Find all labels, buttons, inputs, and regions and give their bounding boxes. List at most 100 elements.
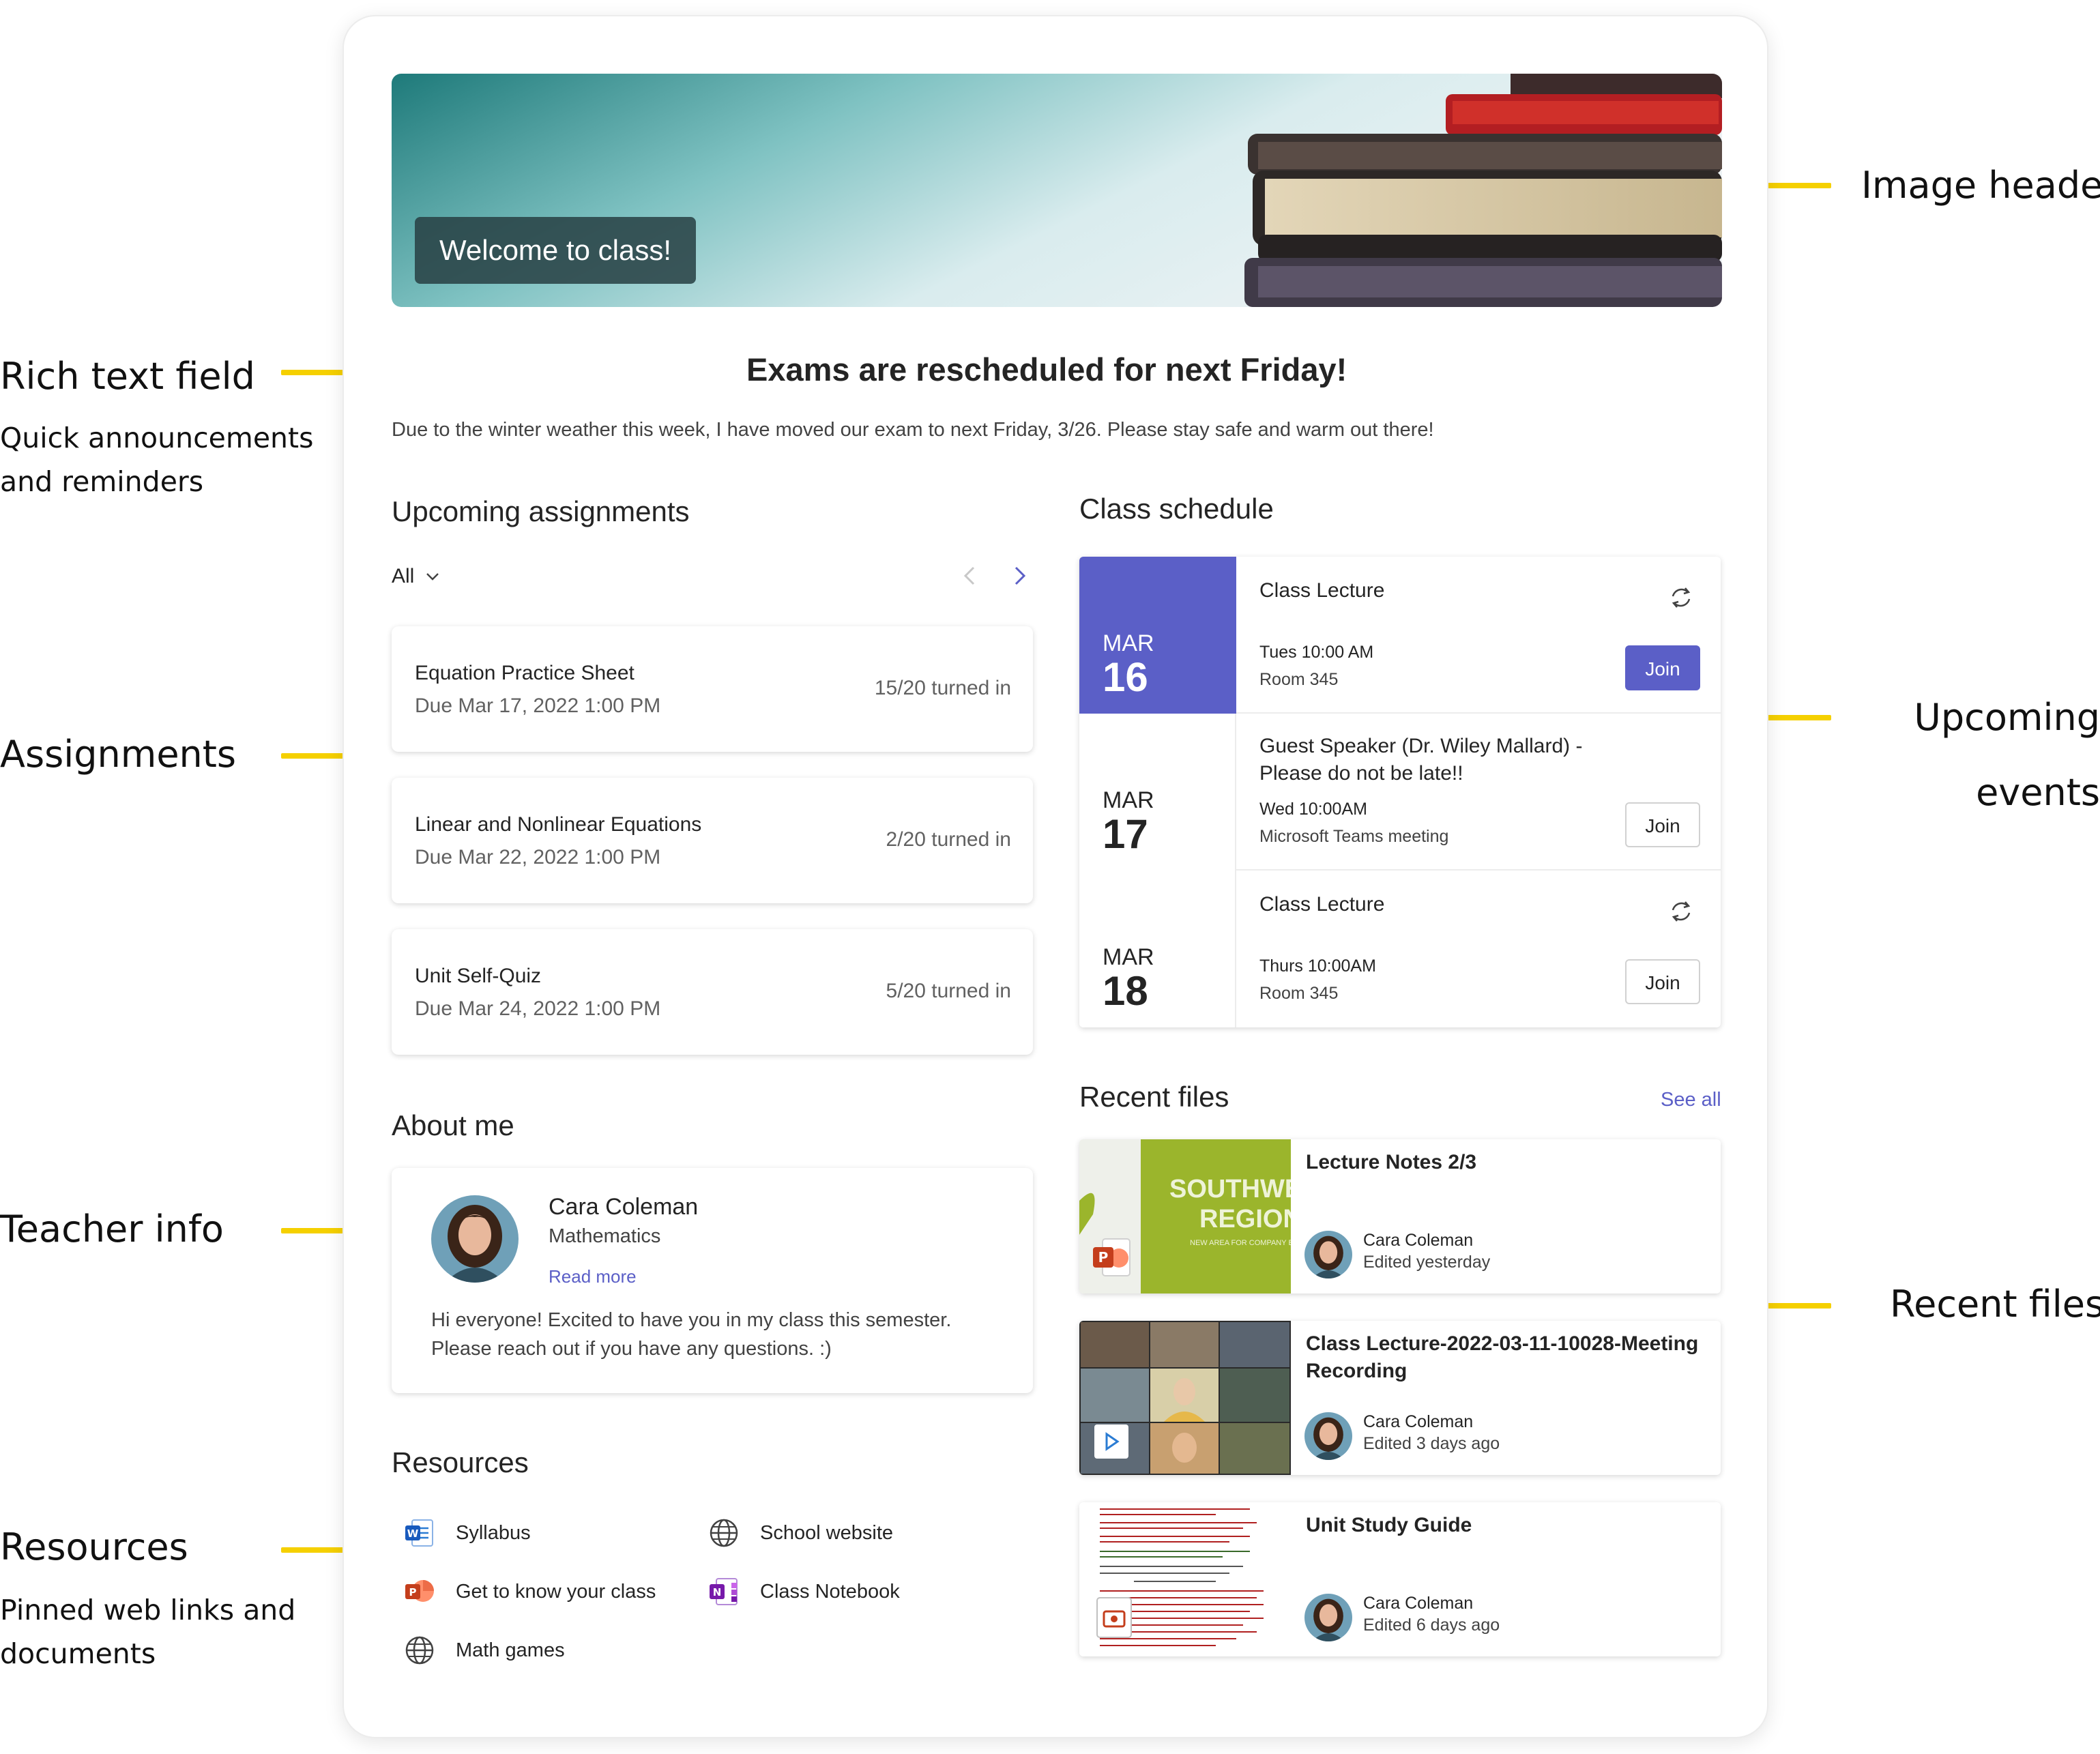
assignment-card[interactable]: Linear and Nonlinear Equations Due Mar 2… [392, 778, 1033, 903]
file-edited: Edited 3 days ago [1363, 1434, 1500, 1453]
annotation-rich-text-sub-1: Quick announcements [0, 422, 314, 454]
event-time: Thurs 10:00AM [1259, 956, 1376, 976]
chevron-right-icon[interactable] [1006, 562, 1033, 589]
event-date: MAR 18 [1079, 871, 1236, 1027]
event-title: Class Lecture [1259, 579, 1385, 602]
author-photo [1304, 1412, 1352, 1460]
join-button[interactable]: Join [1625, 645, 1700, 690]
recent-file[interactable]: Unit Study Guide Cara Coleman Edited 6 d… [1079, 1502, 1721, 1656]
annotation-upcoming-2: events [1976, 771, 2100, 814]
resource-link-math-games[interactable]: Math games [404, 1635, 565, 1666]
recent-file[interactable]: SOUTHWE REGION NEW AREA FOR COMPANY E P … [1079, 1139, 1721, 1293]
resource-label: Math games [456, 1639, 565, 1661]
svg-text:P: P [1098, 1249, 1109, 1266]
assignment-filter-dropdown[interactable]: All [392, 565, 441, 588]
teacher-bio: Hi everyone! Excited to have you in my c… [431, 1309, 952, 1360]
thumb-text-2: REGION [1199, 1205, 1291, 1233]
assignment-turned-in: 5/20 turned in [886, 980, 1011, 1002]
event-location: Room 345 [1259, 670, 1339, 689]
assignment-turned-in: 15/20 turned in [874, 677, 1011, 699]
teacher-name: Cara Coleman [549, 1194, 699, 1220]
event-day: 18 [1103, 968, 1148, 1014]
image-header: Welcome to class! [392, 74, 1722, 307]
file-title: Lecture Notes 2/3 [1306, 1151, 1477, 1173]
event-location: Room 345 [1259, 984, 1339, 1003]
document-thumbnail [1079, 1502, 1291, 1656]
thumb-text-3: NEW AREA FOR COMPANY E [1190, 1239, 1291, 1247]
read-more-link[interactable]: Read more [549, 1266, 637, 1287]
annotation-image-header: Image header [1861, 164, 2100, 207]
assignment-turned-in: 2/20 turned in [886, 828, 1011, 851]
avatar [1304, 1412, 1352, 1460]
assignment-name: Equation Practice Sheet [415, 662, 635, 684]
globe-icon [405, 1636, 434, 1665]
svg-text:P: P [409, 1586, 417, 1598]
see-all-link[interactable]: See all [1661, 1089, 1721, 1111]
author-photo [1304, 1231, 1352, 1278]
event-title: Class Lecture [1259, 893, 1385, 916]
class-schedule-title: Class schedule [1079, 493, 1274, 525]
teacher-photo [431, 1195, 519, 1283]
teacher-subject: Mathematics [549, 1225, 661, 1247]
file-author: Cara Coleman [1363, 1412, 1474, 1431]
globe-icon [710, 1519, 738, 1547]
onenote-icon: N [710, 1578, 738, 1605]
assignments-title: Upcoming assignments [392, 495, 690, 527]
file-thumbnail [1079, 1502, 1291, 1656]
word-icon: W [405, 1519, 433, 1547]
event-date: MAR 17 [1079, 714, 1236, 871]
avatar [1304, 1594, 1352, 1641]
assignment-due: Due Mar 24, 2022 1:00 PM [415, 997, 661, 1020]
assignment-due: Due Mar 17, 2022 1:00 PM [415, 695, 661, 717]
announcement-body: Due to the winter weather this week, I h… [392, 419, 1434, 441]
file-thumbnail: SOUTHWE REGION NEW AREA FOR COMPANY E P [1079, 1139, 1291, 1293]
recent-file[interactable]: Class Lecture-2022-03-11-10028-Meeting R… [1079, 1321, 1721, 1475]
svg-text:W: W [407, 1528, 419, 1540]
join-button[interactable]: Join [1625, 802, 1700, 847]
chevron-down-icon [426, 573, 439, 581]
powerpoint-icon: P [1093, 1238, 1131, 1276]
recurring-icon [1672, 901, 1691, 922]
resource-label: School website [760, 1521, 894, 1544]
chevron-left-icon[interactable] [957, 562, 984, 589]
join-button[interactable]: Join [1625, 959, 1700, 1004]
event-day: 17 [1103, 811, 1148, 857]
resource-label: Get to know your class [456, 1580, 656, 1603]
powerpoint-icon: P [405, 1580, 434, 1602]
event-time: Tues 10:00 AM [1259, 643, 1374, 662]
svg-text:N: N [713, 1586, 722, 1598]
assignment-card[interactable]: Equation Practice Sheet Due Mar 17, 2022… [392, 626, 1033, 752]
event-title: Guest Speaker (Dr. Wiley Mallard) - Plea… [1259, 735, 1583, 785]
recurring-icon [1672, 587, 1691, 608]
resources-title: Resources [392, 1446, 529, 1478]
filter-label: All [392, 565, 415, 587]
event-location: Microsoft Teams meeting [1259, 827, 1449, 846]
annotation-assignments: Assignments [0, 733, 237, 776]
annotation-upcoming-1: Upcoming [1914, 696, 2100, 739]
file-author: Cara Coleman [1363, 1594, 1474, 1613]
schedule-event[interactable]: MAR 18 Class Lecture Thurs 10:00AM Room … [1079, 871, 1721, 1027]
recent-files-title: Recent files [1079, 1081, 1229, 1113]
event-day: 16 [1103, 654, 1148, 700]
resource-link-syllabus[interactable]: W Syllabus [404, 1517, 531, 1549]
welcome-banner: Welcome to class! [415, 217, 696, 284]
file-author: Cara Coleman [1363, 1231, 1474, 1250]
resource-label: Syllabus [456, 1521, 531, 1544]
meeting-recording-thumbnail [1079, 1321, 1291, 1475]
annotation-resources-sub-1: Pinned web links and [0, 1594, 296, 1626]
file-title: Unit Study Guide [1306, 1514, 1472, 1536]
annotation-recent-files: Recent files [1890, 1283, 2100, 1326]
annotation-rich-text-title: Rich text field [0, 355, 255, 398]
schedule-event[interactable]: MAR 17 Guest Speaker (Dr. Wiley Mallard)… [1079, 714, 1721, 871]
assignment-card[interactable]: Unit Self-Quiz Due Mar 24, 2022 1:00 PM … [392, 929, 1033, 1055]
schedule-event[interactable]: MAR 16 Class Lecture Tues 10:00 AM Room … [1079, 557, 1721, 714]
event-time: Wed 10:00AM [1259, 800, 1367, 819]
resource-link-get-to-know[interactable]: P Get to know your class [404, 1576, 656, 1607]
assignment-name: Linear and Nonlinear Equations [415, 813, 702, 836]
annotation-resources-title: Resources [0, 1525, 188, 1568]
avatar [431, 1195, 519, 1283]
resource-link-school-website[interactable]: School website [708, 1517, 893, 1549]
resource-link-class-notebook[interactable]: N Class Notebook [708, 1576, 900, 1607]
file-title: Class Lecture-2022-03-11-10028-Meeting R… [1306, 1332, 1699, 1382]
thumb-text-1: SOUTHWE [1169, 1175, 1291, 1203]
